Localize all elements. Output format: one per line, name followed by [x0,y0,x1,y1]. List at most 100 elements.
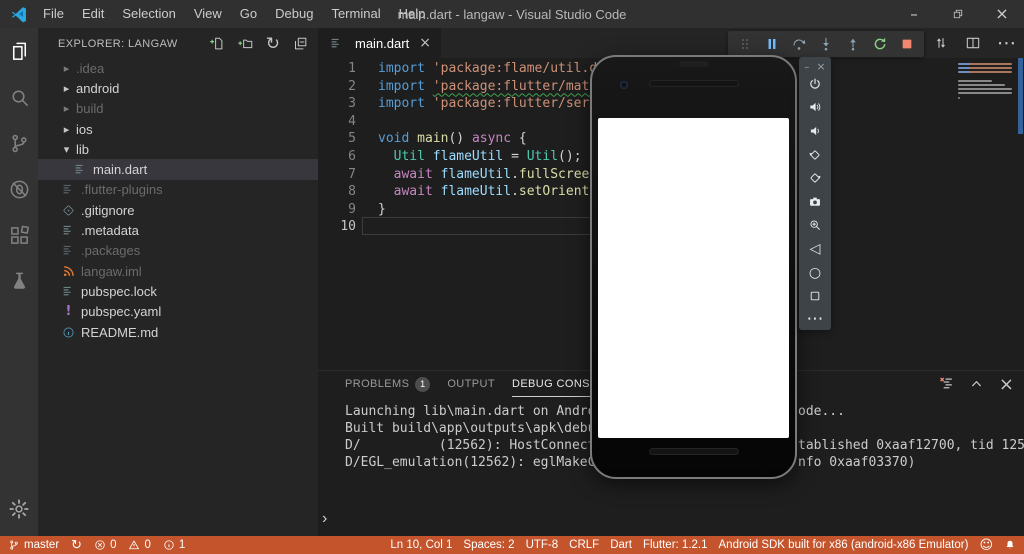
debug-toolbar [728,31,924,57]
panel-tab-problems[interactable]: PROBLEMS 1 [345,371,431,397]
scrollbar-decoration[interactable] [1018,58,1023,134]
explorer-actions: ↻ [210,36,308,56]
tree-item-langaw-iml[interactable]: langaw.iml [38,261,318,281]
tree-item-label: .packages [81,243,141,259]
menu-debug[interactable]: Debug [266,0,322,28]
tree-item--flutter-plugins[interactable]: .flutter-plugins [38,180,318,200]
status-spaces[interactable]: Spaces: 2 [463,539,514,551]
menu-terminal[interactable]: Terminal [322,0,389,28]
step-into-icon[interactable] [818,36,834,52]
close-panel-icon[interactable]: × [999,376,1014,396]
emulator-rotate-left-button[interactable] [799,143,831,167]
emulator-home-button[interactable]: ○ [799,261,831,285]
stop-icon[interactable] [899,36,915,52]
status-git-branch[interactable]: master [8,539,59,551]
readme-file-icon [60,326,77,339]
status-sync[interactable]: ↻ [71,539,82,552]
tree-item-build[interactable]: ▸ build [38,99,318,119]
phone-camera [620,81,628,89]
split-editor-icon[interactable] [965,35,981,51]
menu-view[interactable]: View [185,0,231,28]
vscode-logo-icon [10,5,28,23]
tree-item-label: pubspec.yaml [81,304,162,320]
tree-item--gitignore[interactable]: .gitignore [38,200,318,220]
maximize-panel-icon[interactable] [969,376,984,396]
emulator-more-button[interactable]: ⋯ [799,308,831,332]
emulator-overview-button[interactable] [799,284,831,308]
tree-item--idea[interactable]: ▸ .idea [38,58,318,78]
tree-item-pubspec-lock[interactable]: pubspec.lock [38,281,318,301]
close-window-button[interactable]: × [980,0,1024,28]
emulator-rotate-right-button[interactable] [799,166,831,190]
window-controls: – × [892,0,1024,28]
step-over-icon[interactable] [791,36,807,52]
close-tab-icon[interactable]: × [419,36,431,50]
emulator-screenshot-button[interactable] [799,190,831,214]
status-feedback[interactable]: ☺ [979,539,993,552]
emulator-power-button[interactable] [799,72,831,96]
emulator-screen[interactable] [598,118,789,438]
restore-window-button[interactable] [936,0,980,28]
open-changes-icon[interactable] [933,35,949,51]
status-info[interactable]: 1 [163,539,185,551]
tree-item-main-dart[interactable]: main.dart [38,159,318,180]
status-error[interactable]: 0 [94,539,116,551]
tree-item-pubspec-yaml[interactable]: ! pubspec.yaml [38,302,318,322]
activity-test-icon[interactable] [0,258,38,304]
code-text: void main() async { [378,131,527,147]
refresh-icon[interactable]: ↻ [266,36,280,56]
iml-file-icon [60,265,77,278]
file-icon [72,163,89,176]
new-folder-icon[interactable] [238,36,253,56]
tree-item-android[interactable]: ▸ android [38,78,318,98]
menu-go[interactable]: Go [231,0,266,28]
emulator-volume-down-button[interactable] [799,119,831,143]
menu-selection[interactable]: Selection [113,0,184,28]
minimize-window-button[interactable]: – [892,0,936,28]
tree-item--metadata[interactable]: .metadata [38,220,318,240]
activity-source-control-icon[interactable] [0,120,38,166]
tree-item-ios[interactable]: ▸ ios [38,119,318,139]
activity-search-icon[interactable] [0,74,38,120]
status-android[interactable]: Android SDK built for x86 (android-x86 E… [719,539,969,551]
status-bell[interactable] [1004,539,1016,551]
activity-extensions-icon[interactable] [0,212,38,258]
line-number: 3 [348,96,356,112]
step-out-icon[interactable] [845,36,861,52]
emulator-back-button[interactable]: ◁ [799,237,831,261]
minimap-line [958,63,1012,65]
activity-debug-icon[interactable] [0,166,38,212]
status-warning[interactable]: 0 [128,539,151,551]
emulator-zoom-button[interactable] [799,214,831,238]
status-flutter[interactable]: Flutter: 1.2.1 [643,539,708,551]
debug-console-input[interactable]: › [322,510,327,528]
menu-file[interactable]: File [34,0,73,28]
panel-tab-output[interactable]: OUTPUT [447,371,495,397]
tree-item--packages[interactable]: .packages [38,241,318,261]
restart-icon[interactable] [872,36,888,52]
activity-explorer-icon[interactable] [0,28,38,74]
more-icon[interactable]: ⋯ [997,33,1016,53]
clear-console-icon[interactable] [939,376,954,396]
new-file-icon[interactable] [210,36,225,56]
code-text: import 'package:flutter/materi [378,78,613,94]
status-crlf[interactable]: CRLF [569,539,599,551]
phone-speaker [648,80,739,87]
emulator-volume-up-button[interactable] [799,96,831,120]
status-utf-8[interactable]: UTF-8 [526,539,559,551]
minimap-line [958,67,1012,70]
status-ln[interactable]: Ln 10, Col 1 [390,539,452,551]
tab-main-dart[interactable]: main.dart × [318,28,441,58]
menu-edit[interactable]: Edit [73,0,113,28]
code-text: import 'package:flutter/servic [378,96,613,112]
status-dart[interactable]: Dart [610,539,632,551]
pause-icon[interactable] [764,36,780,52]
tree-item-label: ios [76,121,93,137]
collapse-all-icon[interactable] [293,36,308,56]
tree-item-readme-md[interactable]: README.md [38,322,318,342]
chevron-right-icon: ▸ [63,102,70,116]
activity-bar [0,28,38,536]
tree-item-lib[interactable]: ▾ lib [38,139,318,159]
minimap[interactable] [958,63,1016,105]
activity-settings-icon[interactable] [0,486,38,532]
